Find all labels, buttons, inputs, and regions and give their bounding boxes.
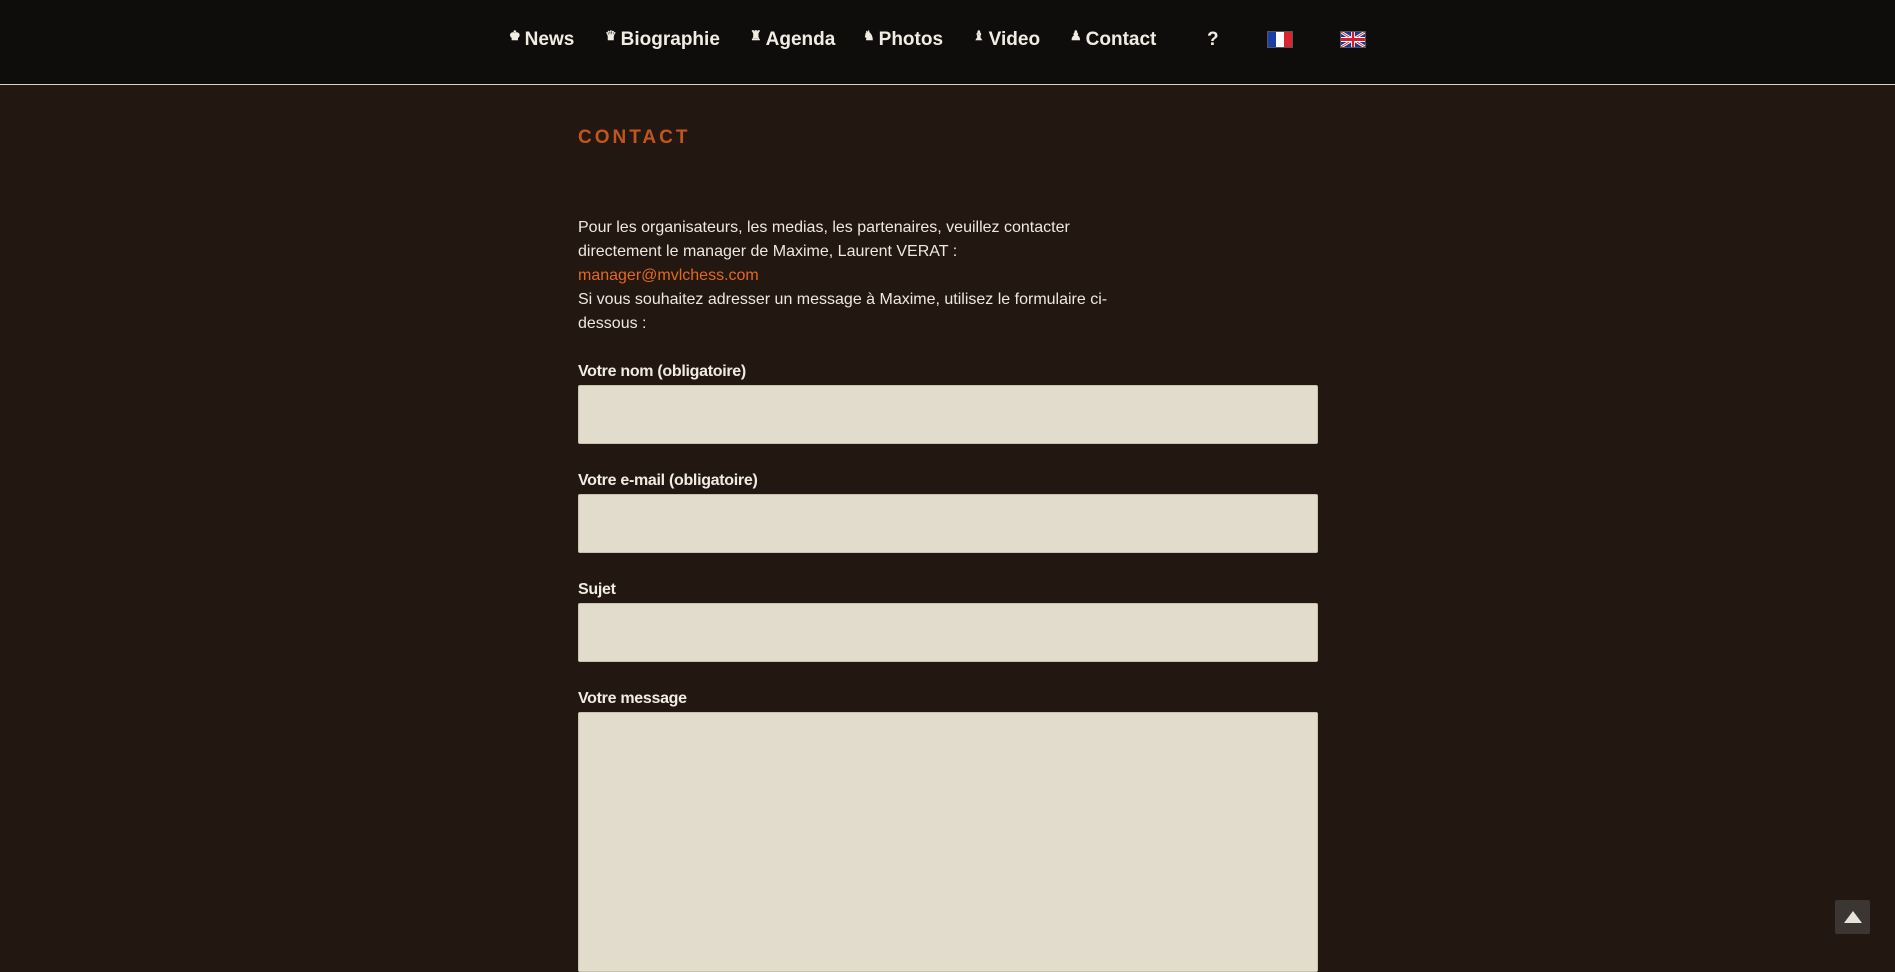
nav-item-news[interactable]: ♚ News [509, 27, 574, 53]
arrow-up-icon [1843, 911, 1862, 923]
chess-rook-icon: ♜ [750, 28, 762, 43]
form-intro-paragraph: Si vous souhaitez adresser un message à … [578, 291, 1108, 332]
nav-item-label: Video [988, 29, 1041, 50]
manager-email-link[interactable]: manager@mvlchess.com [578, 267, 759, 284]
chess-bishop-icon: ♝ [973, 28, 985, 43]
nav-item-video[interactable]: ♝ Video [973, 27, 1040, 53]
chess-pawn-icon: ♟ [1070, 28, 1082, 43]
main-nav: ♚ News ♛ Biographie ♜ Agenda ♞ Photos ♝ … [0, 27, 1895, 53]
chess-knight-icon: ♞ [863, 28, 875, 43]
name-label: Votre nom (obligatoire) [578, 363, 746, 380]
nav-item-biographie[interactable]: ♛ Biographie [605, 27, 720, 53]
nav-item-label: Contact [1085, 29, 1157, 50]
nav-item-label: Agenda [765, 29, 836, 50]
scroll-to-top-button[interactable] [1835, 900, 1870, 934]
email-field[interactable] [578, 494, 1318, 553]
message-label: Votre message [578, 690, 687, 707]
page-title: CONTACT [578, 127, 691, 148]
uk-flag-icon[interactable] [1341, 32, 1365, 47]
subject-label: Sujet [578, 581, 616, 598]
email-label: Votre e-mail (obligatoire) [578, 472, 758, 489]
nav-item-help[interactable]: ? [1207, 27, 1219, 53]
nav-item-contact[interactable]: ♟ Contact [1070, 27, 1156, 53]
message-textarea[interactable] [578, 712, 1318, 972]
nav-item-label: News [524, 29, 575, 50]
nav-item-label: Biographie [620, 29, 720, 50]
fr-flag-icon[interactable] [1268, 32, 1292, 47]
nav-item-photos[interactable]: ♞ Photos [863, 27, 943, 53]
intro-paragraph: Pour les organisateurs, les medias, les … [578, 216, 1138, 288]
nav-item-agenda[interactable]: ♜ Agenda [750, 27, 835, 53]
chess-king-icon: ♚ [509, 28, 521, 43]
top-navigation-bar: ♚ News ♛ Biographie ♜ Agenda ♞ Photos ♝ … [0, 0, 1895, 85]
chess-queen-icon: ♛ [605, 28, 617, 43]
intro-text: Pour les organisateurs, les medias, les … [578, 219, 1070, 260]
name-field[interactable] [578, 385, 1318, 444]
nav-item-label: Photos [878, 29, 944, 50]
subject-field[interactable] [578, 603, 1318, 662]
